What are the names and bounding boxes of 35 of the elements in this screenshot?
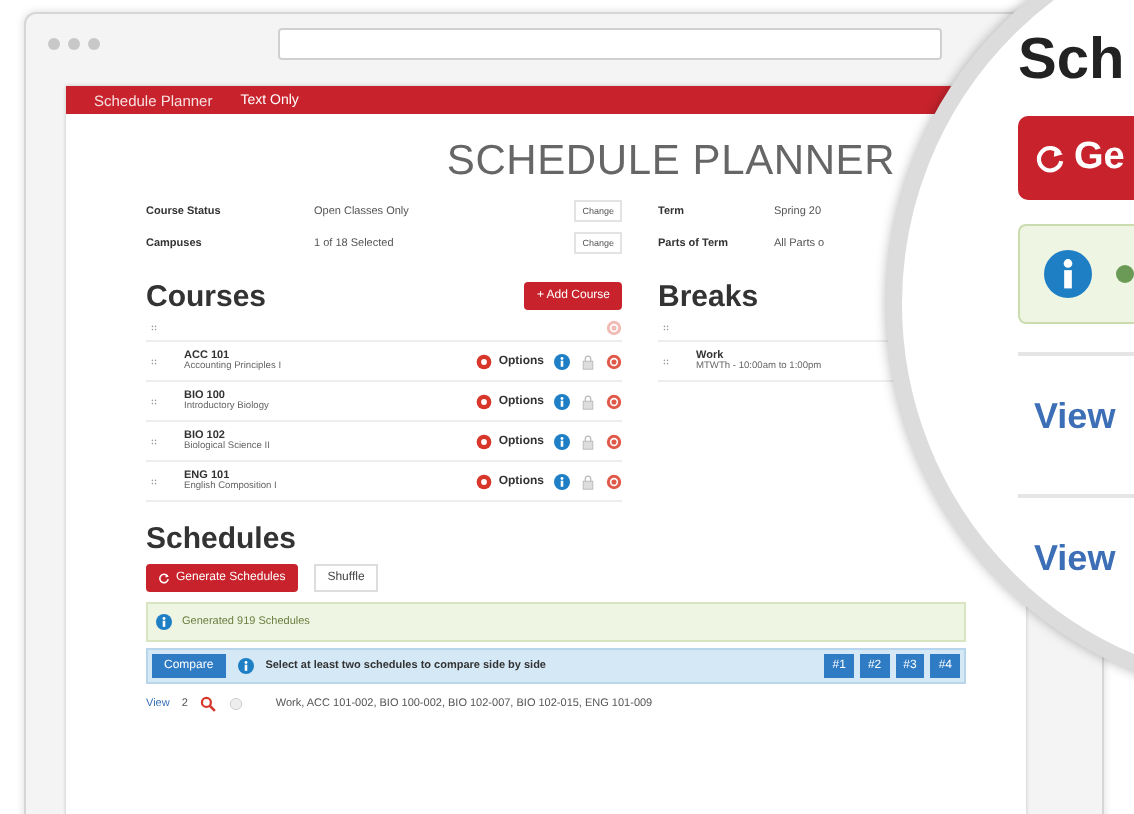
remove-icon xyxy=(606,353,622,369)
info-icon xyxy=(237,658,254,674)
remove-icon xyxy=(606,433,622,449)
section-heading: Schedules xyxy=(146,522,299,556)
refresh-icon xyxy=(1034,142,1066,174)
gear-icon xyxy=(476,433,493,449)
info-icon xyxy=(554,433,570,449)
lock-icon xyxy=(580,473,596,489)
generate-button[interactable]: Ge xyxy=(1018,116,1134,200)
section-heading: Courses xyxy=(146,279,267,313)
info-icon xyxy=(554,353,570,369)
page-title: SCHEDULE PLANNER xyxy=(444,136,898,188)
section-heading: Breaks xyxy=(658,279,759,313)
address-bar[interactable] xyxy=(278,28,942,60)
status-dot-icon xyxy=(1116,262,1134,286)
window-controls-icon xyxy=(46,36,102,52)
info-icon xyxy=(156,614,172,630)
section-heading: Sch xyxy=(1018,28,1127,96)
info-icon xyxy=(1044,250,1092,298)
remove-icon xyxy=(606,393,622,409)
gear-icon xyxy=(476,393,493,409)
gear-icon xyxy=(476,353,493,369)
gear-icon xyxy=(476,473,493,489)
info-icon xyxy=(554,473,570,489)
refresh-icon xyxy=(158,572,170,584)
view-link[interactable]: View xyxy=(1034,396,1116,436)
info-icon xyxy=(554,393,570,409)
remove-icon xyxy=(606,473,622,489)
view-link[interactable]: View xyxy=(1034,538,1116,578)
checkbox-icon xyxy=(227,696,244,712)
lock-icon xyxy=(580,353,596,369)
lock-icon xyxy=(580,433,596,449)
lock-icon xyxy=(580,393,596,409)
remove-icon xyxy=(606,320,622,336)
zoom-icon xyxy=(199,696,216,712)
